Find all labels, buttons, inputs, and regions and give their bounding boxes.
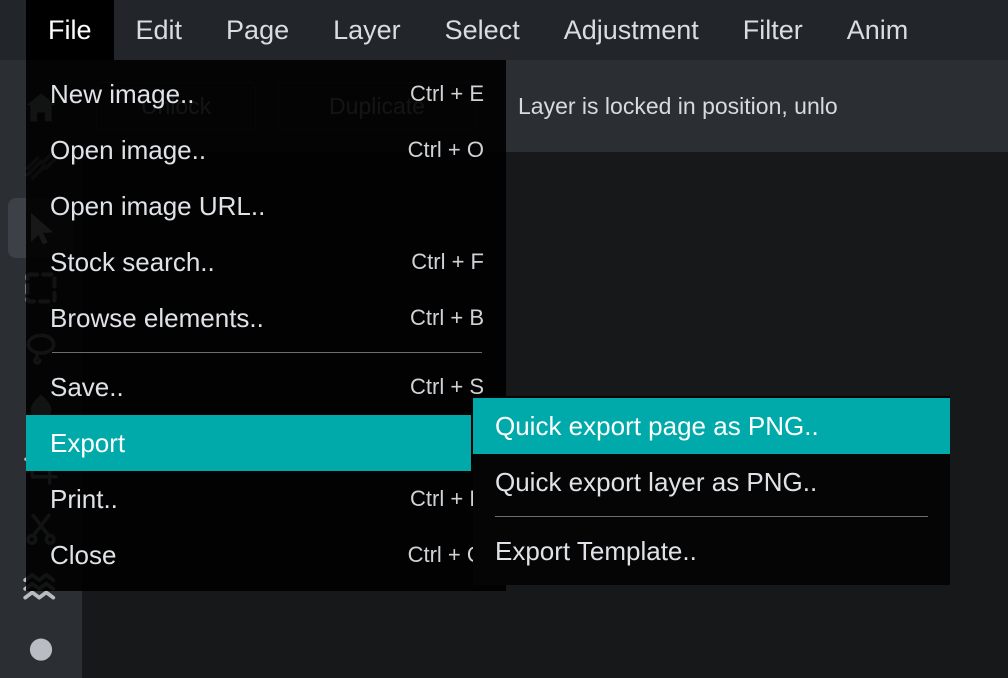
menu-animation[interactable]: Anim: [825, 0, 931, 60]
menu-item-accel: Ctrl + O: [407, 137, 484, 162]
menu-page[interactable]: Page: [204, 0, 311, 60]
menu-item-label: Browse elements..: [50, 302, 264, 333]
menu-select[interactable]: Select: [423, 0, 542, 60]
menu-bar: File Edit Page Layer Select Adjustment F…: [0, 0, 1008, 60]
brush-icon: [22, 629, 60, 667]
menu-separator: [52, 352, 482, 353]
submenu-item-quick-export-page-png[interactable]: Quick export page as PNG..: [473, 398, 950, 454]
menu-item-accel: Ctrl + E: [410, 81, 484, 106]
menu-filter[interactable]: Filter: [721, 0, 825, 60]
menu-item-label: Export: [50, 427, 126, 458]
file-dropdown-menu: New image.. Ctrl + E Open image.. Ctrl +…: [26, 60, 506, 591]
menu-item-label: Open image URL..: [50, 190, 266, 221]
menu-item-stock-search[interactable]: Stock search.. Ctrl + F: [26, 234, 506, 290]
menu-item-save[interactable]: Save.. Ctrl + S: [26, 359, 506, 415]
menu-item-close[interactable]: Close Ctrl + Q: [26, 527, 506, 583]
menubar-leading-spacer: [0, 0, 26, 60]
menu-item-label: Print..: [50, 483, 118, 514]
menu-layer[interactable]: Layer: [311, 0, 423, 60]
export-submenu: Quick export page as PNG.. Quick export …: [473, 396, 950, 585]
submenu-separator: [495, 516, 928, 517]
menu-item-accel: Ctrl + F: [411, 249, 484, 274]
menu-item-label: Close: [50, 539, 117, 570]
menu-edit[interactable]: Edit: [114, 0, 205, 60]
menu-item-new-image[interactable]: New image.. Ctrl + E: [26, 66, 506, 122]
tool-brush[interactable]: [8, 618, 74, 678]
menu-adjustment[interactable]: Adjustment: [542, 0, 721, 60]
menu-file[interactable]: File: [26, 0, 114, 60]
layer-lock-status: Layer is locked in position, unlo: [518, 92, 838, 119]
menu-item-label: Open image..: [50, 134, 207, 165]
menu-item-open-image[interactable]: Open image.. Ctrl + O: [26, 122, 506, 178]
menu-item-browse-elements[interactable]: Browse elements.. Ctrl + B: [26, 290, 506, 346]
menu-item-open-image-url[interactable]: Open image URL..: [26, 178, 506, 234]
menu-item-print[interactable]: Print.. Ctrl + P: [26, 471, 506, 527]
menu-item-export[interactable]: Export: [26, 415, 471, 471]
menu-item-label: Save..: [50, 371, 124, 402]
submenu-item-quick-export-layer-png[interactable]: Quick export layer as PNG..: [473, 454, 950, 510]
menu-item-accel: Ctrl + B: [410, 305, 484, 330]
app-root: Unlock Duplicate Layer is locked in posi…: [0, 0, 1008, 678]
menu-item-label: New image..: [50, 78, 195, 109]
submenu-item-export-template[interactable]: Export Template..: [473, 523, 950, 579]
menu-item-label: Stock search..: [50, 246, 215, 277]
